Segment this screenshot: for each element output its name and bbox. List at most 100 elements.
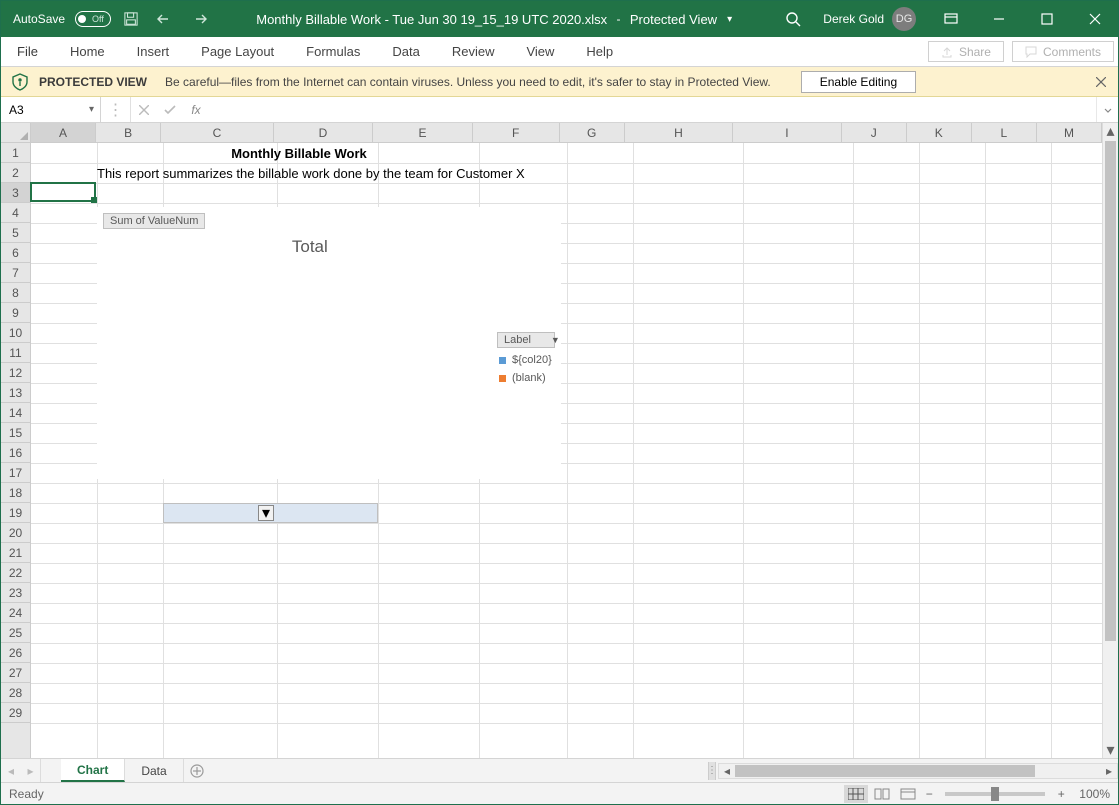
- enter-formula-icon[interactable]: [157, 97, 183, 122]
- sheet-tab-data[interactable]: Data: [125, 759, 183, 782]
- column-header-D[interactable]: D: [274, 123, 374, 142]
- maximize-icon[interactable]: [1024, 1, 1070, 37]
- chart-field-button[interactable]: Sum of ValueNum: [103, 213, 205, 229]
- row-header-18[interactable]: 18: [1, 483, 30, 503]
- vertical-scrollbar[interactable]: ▴ ▾: [1102, 123, 1118, 758]
- row-header-12[interactable]: 12: [1, 363, 30, 383]
- sheet-tab-chart[interactable]: Chart: [61, 759, 125, 782]
- scroll-right-icon[interactable]: ▸: [1101, 764, 1117, 778]
- view-normal-icon[interactable]: [844, 785, 868, 803]
- scroll-left-icon[interactable]: ◂: [719, 764, 735, 778]
- redo-icon[interactable]: [185, 5, 213, 33]
- tab-formulas[interactable]: Formulas: [290, 37, 376, 66]
- save-icon[interactable]: [117, 5, 145, 33]
- row-header-23[interactable]: 23: [1, 583, 30, 603]
- row-header-2[interactable]: 2: [1, 163, 30, 183]
- legend-field-button[interactable]: Label▼: [497, 332, 555, 348]
- cancel-formula-icon[interactable]: [131, 97, 157, 122]
- column-header-M[interactable]: M: [1037, 123, 1102, 142]
- avatar[interactable]: DG: [892, 7, 916, 31]
- enable-editing-button[interactable]: Enable Editing: [801, 71, 916, 93]
- row-header-3[interactable]: 3: [1, 183, 30, 203]
- zoom-slider[interactable]: [945, 792, 1045, 796]
- minimize-icon[interactable]: [976, 1, 1022, 37]
- row-header-19[interactable]: 19: [1, 503, 30, 523]
- sheet-nav-next-icon[interactable]: ▸: [21, 759, 41, 782]
- row-header-22[interactable]: 22: [1, 563, 30, 583]
- tab-home[interactable]: Home: [54, 37, 121, 66]
- row-header-15[interactable]: 15: [1, 423, 30, 443]
- row-header-8[interactable]: 8: [1, 283, 30, 303]
- fx-icon[interactable]: fx: [183, 97, 209, 122]
- pivot-filter-cell[interactable]: ▾: [163, 503, 378, 523]
- row-header-9[interactable]: 9: [1, 303, 30, 323]
- pivot-chart[interactable]: Sum of ValueNumTotalLabel▼${col20}(blank…: [97, 207, 561, 479]
- tab-insert[interactable]: Insert: [121, 37, 186, 66]
- row-header-11[interactable]: 11: [1, 343, 30, 363]
- chart-legend[interactable]: Label▼${col20}(blank): [497, 332, 555, 384]
- column-header-L[interactable]: L: [972, 123, 1037, 142]
- row-header-16[interactable]: 16: [1, 443, 30, 463]
- row-header-4[interactable]: 4: [1, 203, 30, 223]
- row-header-13[interactable]: 13: [1, 383, 30, 403]
- scroll-down-icon[interactable]: ▾: [1103, 742, 1118, 758]
- share-button[interactable]: Share: [928, 41, 1004, 62]
- ribbon-display-options-icon[interactable]: [928, 1, 974, 37]
- column-header-G[interactable]: G: [560, 123, 625, 142]
- row-header-27[interactable]: 27: [1, 663, 30, 683]
- filter-dropdown-icon[interactable]: ▾: [258, 505, 274, 521]
- tab-page-layout[interactable]: Page Layout: [185, 37, 290, 66]
- row-header-1[interactable]: 1: [1, 143, 30, 163]
- scroll-up-icon[interactable]: ▴: [1103, 123, 1118, 139]
- undo-icon[interactable]: [151, 5, 179, 33]
- tab-view[interactable]: View: [510, 37, 570, 66]
- row-header-5[interactable]: 5: [1, 223, 30, 243]
- tab-help[interactable]: Help: [570, 37, 629, 66]
- select-all-corner[interactable]: [1, 123, 31, 143]
- sheet-nav-prev-icon[interactable]: ◂: [1, 759, 21, 782]
- column-header-A[interactable]: A: [31, 123, 96, 142]
- row-header-6[interactable]: 6: [1, 243, 30, 263]
- comments-button[interactable]: Comments: [1012, 41, 1114, 62]
- tab-scroll-split[interactable]: ⋮: [708, 762, 716, 780]
- protected-view-close-icon[interactable]: [1094, 75, 1108, 89]
- row-header-20[interactable]: 20: [1, 523, 30, 543]
- row-header-26[interactable]: 26: [1, 643, 30, 663]
- view-page-layout-icon[interactable]: [870, 785, 894, 803]
- row-header-10[interactable]: 10: [1, 323, 30, 343]
- row-header-25[interactable]: 25: [1, 623, 30, 643]
- column-header-C[interactable]: C: [161, 123, 273, 142]
- zoom-in-button[interactable]: +: [1053, 787, 1069, 801]
- row-header-17[interactable]: 17: [1, 463, 30, 483]
- tab-file[interactable]: File: [1, 37, 54, 66]
- row-header-14[interactable]: 14: [1, 403, 30, 423]
- zoom-level[interactable]: 100%: [1079, 787, 1110, 801]
- autosave-toggle[interactable]: Off: [75, 11, 111, 27]
- formula-input[interactable]: [209, 97, 1096, 122]
- cells-area[interactable]: Monthly Billable WorkThis report summari…: [31, 143, 1102, 758]
- horizontal-scrollbar[interactable]: ◂ ▸: [718, 763, 1118, 779]
- row-header-28[interactable]: 28: [1, 683, 30, 703]
- zoom-slider-knob[interactable]: [991, 787, 999, 801]
- name-box[interactable]: A3 ▾: [1, 97, 101, 122]
- spreadsheet-grid[interactable]: ABCDEFGHIJKLM 12345678910111213141516171…: [1, 123, 1118, 758]
- add-sheet-button[interactable]: [184, 759, 210, 782]
- zoom-out-button[interactable]: −: [921, 787, 937, 801]
- row-header-7[interactable]: 7: [1, 263, 30, 283]
- row-header-29[interactable]: 29: [1, 703, 30, 723]
- close-icon[interactable]: [1072, 1, 1118, 37]
- column-header-I[interactable]: I: [733, 123, 841, 142]
- view-page-break-icon[interactable]: [896, 785, 920, 803]
- title-dropdown-icon[interactable]: ▾: [723, 14, 732, 25]
- search-icon[interactable]: [775, 5, 811, 33]
- column-header-K[interactable]: K: [907, 123, 972, 142]
- expand-formula-bar-icon[interactable]: [1096, 97, 1118, 122]
- row-header-21[interactable]: 21: [1, 543, 30, 563]
- column-header-F[interactable]: F: [473, 123, 560, 142]
- vertical-scroll-thumb[interactable]: [1105, 141, 1116, 641]
- column-header-H[interactable]: H: [625, 123, 733, 142]
- column-header-B[interactable]: B: [96, 123, 161, 142]
- column-header-E[interactable]: E: [373, 123, 473, 142]
- chevron-down-icon[interactable]: ▾: [89, 104, 94, 115]
- column-header-J[interactable]: J: [842, 123, 907, 142]
